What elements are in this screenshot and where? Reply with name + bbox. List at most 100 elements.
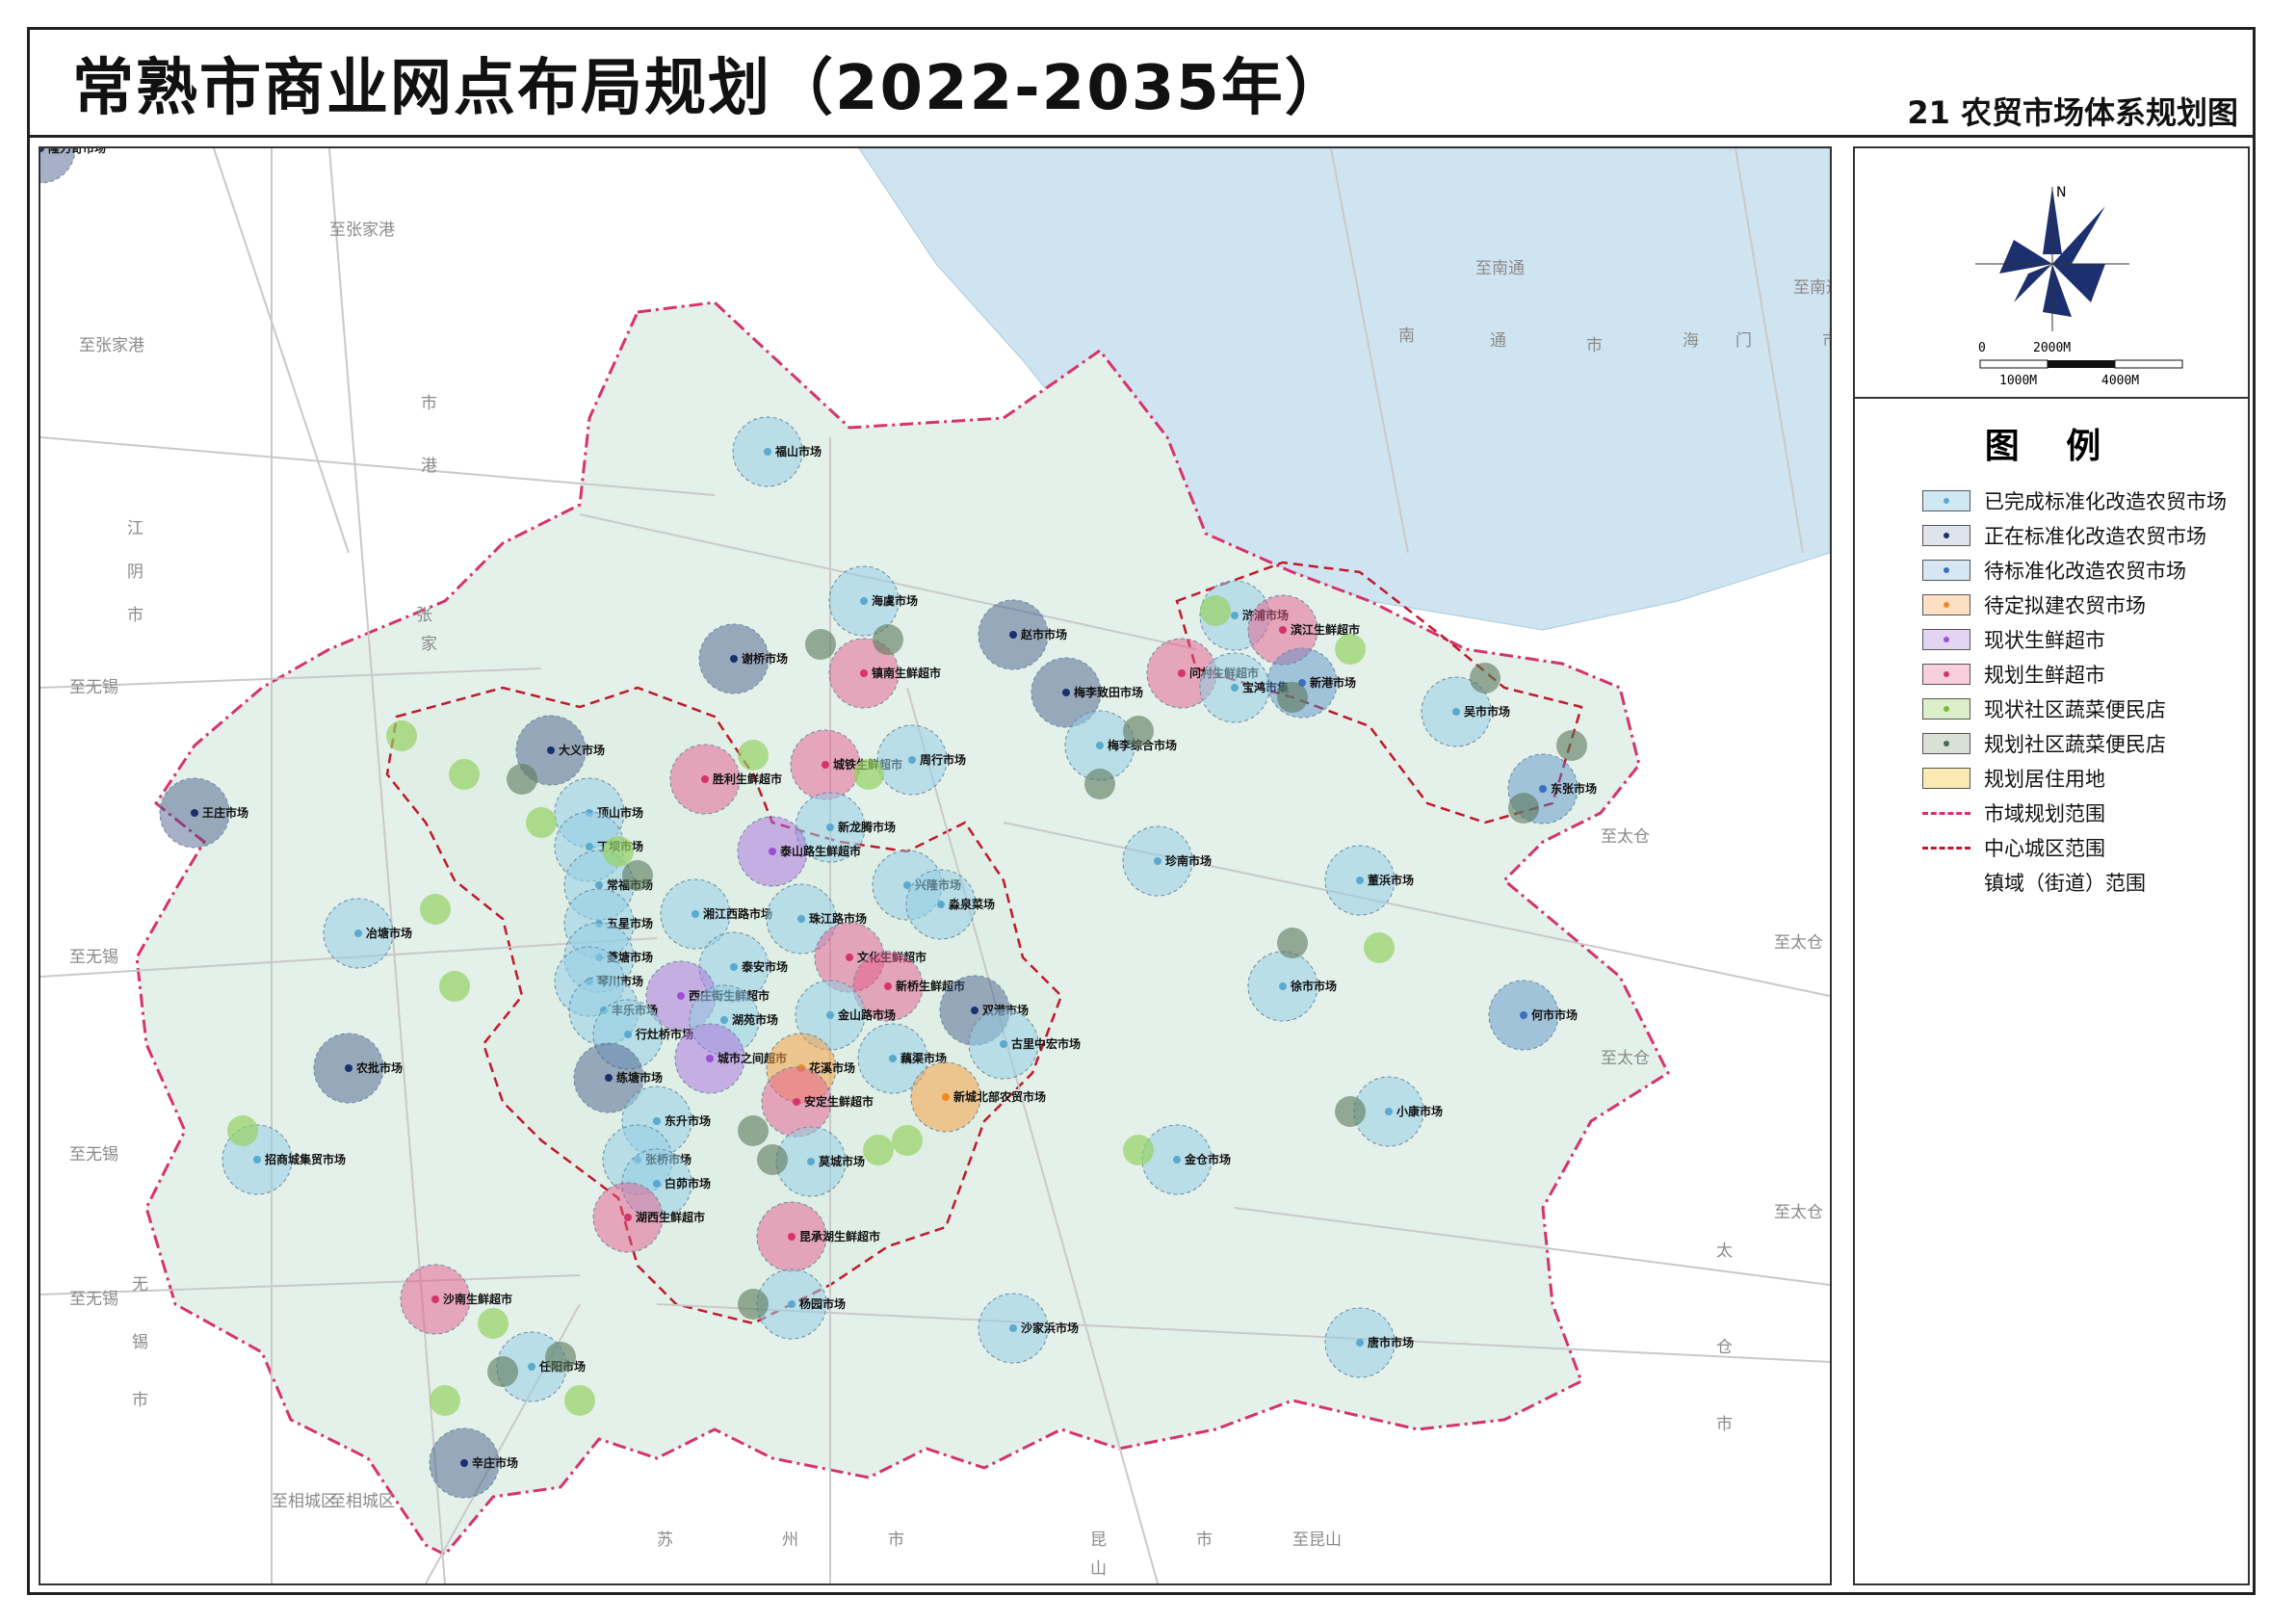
community-shop-marker[interactable] <box>622 860 653 891</box>
market-dot[interactable] <box>1452 708 1460 716</box>
market-dot[interactable] <box>769 848 776 855</box>
community-shop-marker[interactable] <box>738 1289 769 1320</box>
market-dot[interactable] <box>460 1459 468 1467</box>
market-dot[interactable] <box>1356 876 1364 884</box>
community-shop-marker[interactable] <box>1556 730 1587 761</box>
market-dot[interactable] <box>1520 1011 1527 1019</box>
market-dot[interactable] <box>826 824 834 831</box>
market-dot[interactable] <box>903 881 911 889</box>
market-dot[interactable] <box>653 1180 661 1188</box>
community-shop-marker[interactable] <box>1123 716 1154 746</box>
market-dot[interactable] <box>797 915 805 923</box>
market-dot[interactable] <box>826 1011 834 1019</box>
community-shop-marker[interactable] <box>420 894 451 925</box>
map-canvas[interactable]: 至张家港至张家港江阴市至无锡至无锡至无锡至无锡无锡市至相城区至相城区苏州市昆山市… <box>40 148 1830 1583</box>
community-shop-marker[interactable] <box>757 1144 788 1175</box>
market-dot[interactable] <box>1385 1108 1393 1115</box>
community-shop-marker[interactable] <box>892 1125 923 1156</box>
market-dot[interactable] <box>1173 1156 1181 1164</box>
community-shop-marker[interactable] <box>738 1115 769 1146</box>
community-shop-marker[interactable] <box>1123 1135 1154 1165</box>
market-dot[interactable] <box>624 1031 632 1038</box>
map-panel[interactable]: 至张家港 至张家港江阴市至无锡 至无锡 至无锡 至无锡无锡市至相城区 至相城区苏州市昆山市… <box>39 146 1832 1585</box>
market-dot[interactable] <box>701 775 709 783</box>
community-shop-marker[interactable] <box>853 759 884 790</box>
market-dot[interactable] <box>1000 1040 1007 1048</box>
community-shop-marker[interactable] <box>1335 634 1366 665</box>
market-dot[interactable] <box>653 1117 661 1125</box>
market-dot[interactable] <box>1356 1339 1364 1347</box>
community-shop-marker[interactable] <box>738 740 769 771</box>
market-dot[interactable] <box>1154 857 1161 865</box>
community-shop-marker[interactable] <box>1335 1096 1366 1127</box>
market-dot[interactable] <box>720 1016 728 1024</box>
market-dot[interactable] <box>191 809 198 817</box>
market-dot[interactable] <box>889 1055 897 1062</box>
market-dot[interactable] <box>345 1064 352 1072</box>
community-shop-marker[interactable] <box>449 759 480 790</box>
market-dot[interactable] <box>528 1363 535 1371</box>
community-shop-marker[interactable] <box>439 971 470 1002</box>
market-dot[interactable] <box>860 669 868 677</box>
market-dot[interactable] <box>730 963 738 971</box>
market-dot[interactable] <box>431 1295 439 1303</box>
market-dot[interactable] <box>1539 785 1547 793</box>
community-shop-marker[interactable] <box>545 1342 576 1373</box>
community-shop-marker[interactable] <box>1200 595 1231 626</box>
market-dot[interactable] <box>1279 626 1287 634</box>
market-dot[interactable] <box>937 901 945 908</box>
community-shop-marker[interactable] <box>478 1308 509 1339</box>
market-dot[interactable] <box>547 746 555 754</box>
community-shop-marker[interactable] <box>1470 663 1500 693</box>
market-dot[interactable] <box>884 982 892 990</box>
market-dot[interactable] <box>764 448 771 456</box>
community-shop-marker[interactable] <box>805 629 836 660</box>
market-dot[interactable] <box>908 756 916 764</box>
market-marker[interactable]: 隆力奇市场 <box>40 148 106 184</box>
market-dot[interactable] <box>1096 742 1104 749</box>
market-dot[interactable] <box>354 929 362 937</box>
community-shop-marker[interactable] <box>603 836 634 867</box>
community-shop-marker[interactable] <box>564 1385 595 1416</box>
market-dot[interactable] <box>691 910 699 918</box>
community-shop-marker[interactable] <box>1277 682 1308 713</box>
place-label: 市 <box>1586 336 1603 355</box>
market-dot[interactable] <box>1009 631 1017 639</box>
community-shop-marker[interactable] <box>487 1356 518 1387</box>
market-dot[interactable] <box>706 1055 714 1062</box>
community-shop-marker[interactable] <box>1277 928 1308 958</box>
market-dot[interactable] <box>846 954 853 961</box>
market-dot[interactable] <box>1178 669 1186 677</box>
market-dot[interactable] <box>807 1158 815 1165</box>
community-shop-marker[interactable] <box>507 764 537 795</box>
community-shop-marker[interactable] <box>873 624 903 655</box>
market-dot[interactable] <box>793 1098 800 1106</box>
community-shop-marker[interactable] <box>1508 793 1539 824</box>
market-dot[interactable] <box>1231 612 1239 619</box>
market-dot[interactable] <box>942 1093 950 1101</box>
community-shop-marker[interactable] <box>386 720 417 751</box>
market-dot[interactable] <box>677 992 685 1000</box>
community-shop-marker[interactable] <box>1084 769 1115 799</box>
community-shop-marker[interactable] <box>430 1385 460 1416</box>
market-dot[interactable] <box>822 761 829 769</box>
market-dot[interactable] <box>605 1074 613 1082</box>
market-dot[interactable] <box>1279 982 1287 990</box>
market-dot[interactable] <box>1231 684 1239 692</box>
market-dot[interactable] <box>971 1007 978 1014</box>
community-shop-marker[interactable] <box>863 1135 894 1165</box>
market-dot[interactable] <box>1009 1324 1017 1332</box>
market-dot[interactable] <box>788 1300 796 1308</box>
market-dot[interactable] <box>860 597 868 605</box>
market-dot[interactable] <box>624 1214 632 1221</box>
market-dot[interactable] <box>253 1156 261 1164</box>
place-label: 市 <box>1196 1530 1213 1550</box>
market-dot[interactable] <box>788 1233 796 1241</box>
community-shop-marker[interactable] <box>1364 932 1395 963</box>
community-shop-marker[interactable] <box>526 807 557 838</box>
market-dot[interactable] <box>595 881 603 889</box>
market-dot[interactable] <box>1062 689 1070 696</box>
community-shop-marker[interactable] <box>227 1115 258 1146</box>
market-dot[interactable] <box>730 655 738 663</box>
market-dot[interactable] <box>586 843 593 850</box>
